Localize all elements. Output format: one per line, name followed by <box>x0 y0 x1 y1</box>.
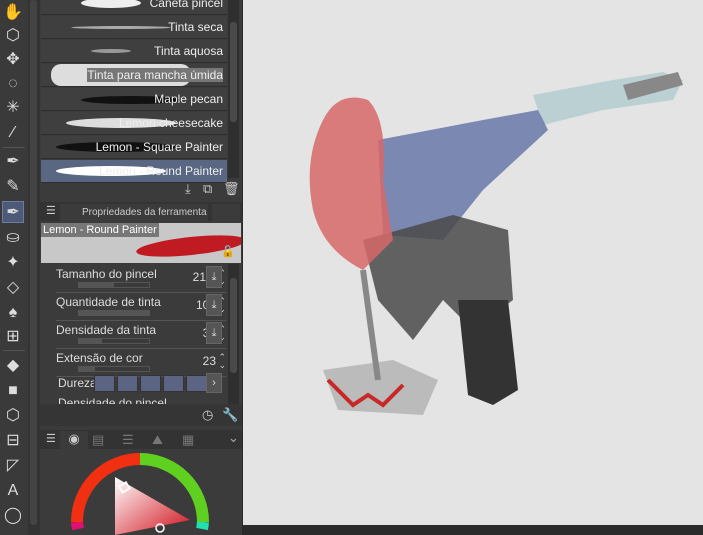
gradient-icon[interactable]: ■ <box>2 380 24 402</box>
menu-icon[interactable]: ☰ <box>46 432 56 445</box>
color-wheel-tab-icon[interactable]: ◉ <box>60 431 88 449</box>
hand-icon[interactable]: ✋ <box>2 2 24 24</box>
brush-item[interactable]: Lemon cheesecake <box>41 112 227 135</box>
brush-label: Lemon - Round Painter <box>98 164 223 178</box>
hardness-step[interactable] <box>163 375 184 392</box>
properties-tab-bar: ☰ Propriedades da ferramenta <box>40 202 242 221</box>
brush-item-selected[interactable]: Lemon - Round Painter <box>41 160 227 183</box>
sub-tool-panel: Caneta pincel Tinta seca Tinta aquosa Ti… <box>40 0 242 535</box>
brush-label: Lemon cheesecake <box>118 116 223 130</box>
pressure-icon[interactable]: ⤓ <box>206 322 222 344</box>
prop-label: Densidade da tinta <box>56 323 157 337</box>
color-tab-bar: ☰ ◉ ▤ ☰ ⛰ ▦ ⌄ <box>40 430 242 449</box>
color-set-tab-icon[interactable]: ▤ <box>92 432 104 448</box>
hardness-step[interactable] <box>186 375 207 392</box>
brush-label: Tinta aquosa <box>154 44 223 58</box>
brush-label: Maple pecan <box>154 92 223 106</box>
trash-icon[interactable]: 🗑 <box>223 181 240 197</box>
drawing-canvas[interactable] <box>243 0 703 525</box>
import-icon[interactable]: ⤓ <box>185 181 191 197</box>
brush-item[interactable]: Maple pecan <box>41 88 227 111</box>
brush-density-label: Densidade do pincel <box>58 396 167 404</box>
prop-label: Tamanho do pincel <box>56 267 157 281</box>
lock-icon[interactable]: 🔓 <box>221 245 235 258</box>
shape-icon[interactable]: ⬡ <box>2 405 24 427</box>
brush-label: Tinta para mancha úmida <box>87 68 223 82</box>
properties-scrollbar[interactable] <box>228 264 239 404</box>
airbrush-icon[interactable]: ⛀ <box>2 227 24 249</box>
brush-item[interactable]: Caneta pincel <box>41 0 227 15</box>
eraser-icon[interactable]: ◇ <box>2 277 24 299</box>
divider <box>3 147 25 148</box>
prop-brush-size: Tamanho do pincel 21.1 ⌃ ⌄ <box>56 265 226 293</box>
eyedropper-icon[interactable]: ⁄ <box>2 122 24 144</box>
brush-preview: Lemon - Round Painter 🔓 <box>41 223 241 263</box>
spinner-icon[interactable]: ⌃ ⌄ <box>218 353 226 370</box>
brush-item[interactable]: Tinta aquosa <box>41 40 227 63</box>
hue-ring-magenta[interactable] <box>71 521 84 531</box>
pencil-icon[interactable]: ✎ <box>2 176 24 198</box>
color-wheel[interactable] <box>40 450 242 535</box>
wrench-icon[interactable]: 🔧 <box>222 407 238 423</box>
prop-slider[interactable] <box>78 310 150 316</box>
balloon-icon[interactable]: ◯ <box>2 505 24 527</box>
lasso-icon[interactable]: ◌ <box>2 73 24 95</box>
tab-label: Propriedades da ferramenta <box>82 207 207 218</box>
duplicate-icon[interactable]: ⧉ <box>203 181 212 197</box>
frame-icon[interactable]: ⊟ <box>2 430 24 452</box>
color-slider-tab-icon[interactable]: ☰ <box>122 432 134 448</box>
fill-icon[interactable]: ◆ <box>2 355 24 377</box>
brush-label: Caneta pincel <box>149 0 223 10</box>
object-select-icon[interactable]: ⬡ <box>2 25 24 47</box>
prop-color-stretch: Extensão de cor 23 ⌃ ⌄ <box>56 349 226 377</box>
divider <box>3 350 25 351</box>
grid-icon[interactable]: ⊞ <box>2 326 24 348</box>
prop-ink-amount: Quantidade de tinta100⌃⌄ <box>56 293 226 321</box>
hardness-step[interactable] <box>117 375 138 392</box>
prop-label: Quantidade de tinta <box>56 295 161 309</box>
artwork <box>309 72 683 415</box>
tab-tool-properties[interactable]: Propriedades da ferramenta <box>60 204 208 221</box>
ruler-icon[interactable]: ◸ <box>2 455 24 477</box>
chevron-down-icon[interactable]: ⌄ <box>228 430 239 446</box>
intermediate-color-tab-icon[interactable]: ⛰ <box>152 432 163 448</box>
approx-color-tab-icon[interactable]: ▦ <box>182 432 194 448</box>
brush-item[interactable]: Tinta seca <box>41 16 227 39</box>
brush-item[interactable]: Lemon - Square Painter <box>41 136 227 159</box>
brush-item[interactable]: Tinta para mancha úmida <box>41 64 227 87</box>
toolbar-scrollbar[interactable] <box>28 0 40 535</box>
status-bar <box>243 525 703 535</box>
tool-bar: ✋ ⬡ ✥ ◌ ✳ ⁄ ✒ ✎ ✒ ⛀ ✦ ◇ ♠ ⊞ ◆ ■ ⬡ ⊟ ◸ A … <box>0 0 28 535</box>
brush-label: Tinta seca <box>168 20 223 34</box>
pen-icon[interactable]: ✒ <box>2 151 24 173</box>
menu-icon[interactable]: ☰ <box>46 204 56 217</box>
move-icon[interactable]: ✥ <box>2 49 24 71</box>
text-icon[interactable]: A <box>2 480 24 502</box>
brush-list-scrollbar[interactable] <box>228 0 239 178</box>
hardness-label: Dureza <box>58 376 97 390</box>
reset-icon[interactable]: ◷ <box>202 407 213 423</box>
chevron-right-icon[interactable]: › <box>206 373 222 393</box>
tab-brush-size[interactable] <box>212 204 240 221</box>
prop-ink-density: Densidade da tinta33⌃⌄ <box>56 321 226 349</box>
hue-ring-cyan[interactable] <box>196 521 209 531</box>
prop-slider[interactable] <box>78 282 150 288</box>
pressure-icon[interactable]: ⤓ <box>206 266 222 288</box>
prop-slider[interactable] <box>78 366 150 372</box>
magic-wand-icon[interactable]: ✳ <box>2 97 24 119</box>
decoration-icon[interactable]: ✦ <box>2 252 24 274</box>
pressure-icon[interactable]: ⤓ <box>206 294 222 316</box>
properties-footer: ◷ 🔧 <box>40 404 242 426</box>
brush-label: Lemon - Square Painter <box>95 140 223 154</box>
saturation-triangle[interactable] <box>115 477 190 535</box>
blend-icon[interactable]: ♠ <box>2 302 24 324</box>
hardness-step[interactable] <box>94 375 115 392</box>
prop-label: Extensão de cor <box>56 351 143 365</box>
hardness-step[interactable] <box>140 375 161 392</box>
prop-slider[interactable] <box>78 338 150 344</box>
brush-name: Lemon - Round Painter <box>41 223 159 237</box>
prop-value[interactable]: 23 <box>203 354 216 368</box>
brush-icon[interactable]: ✒ <box>2 201 24 223</box>
